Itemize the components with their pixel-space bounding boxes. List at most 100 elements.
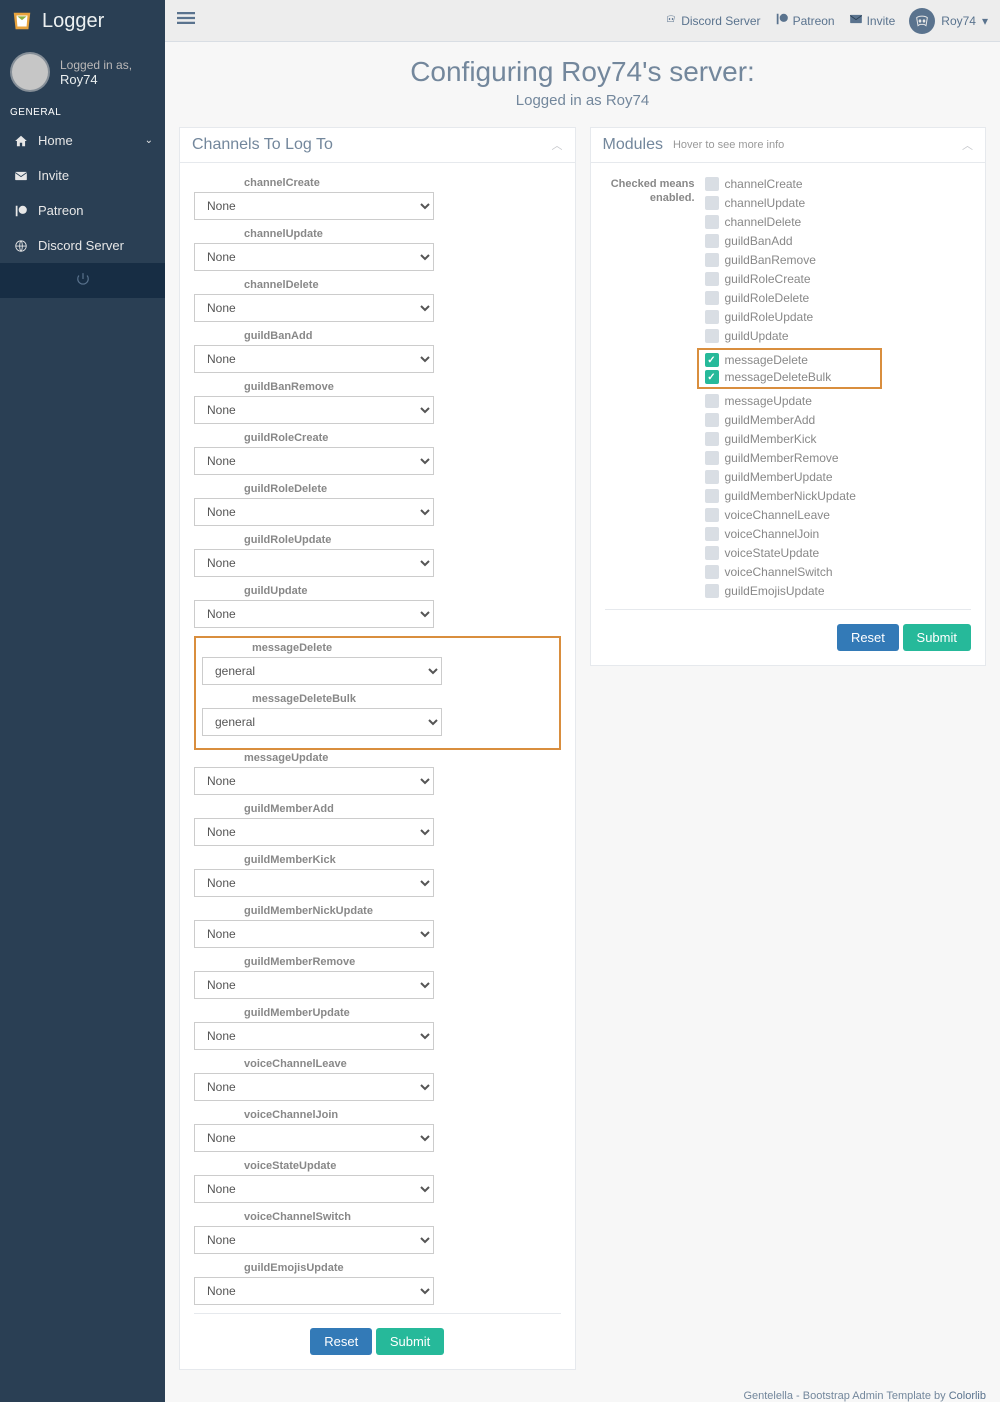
checkbox-icon[interactable] (705, 353, 719, 367)
topbar-link-discord-server[interactable]: Discord Server (665, 13, 760, 28)
module-item-channelUpdate[interactable]: channelUpdate (705, 196, 972, 210)
module-item-guildMemberAdd[interactable]: guildMemberAdd (705, 413, 972, 427)
sidebar-item-home[interactable]: Home⌄ (0, 123, 165, 158)
checkbox-icon[interactable] (705, 310, 719, 324)
checkbox-icon[interactable] (705, 196, 719, 210)
channel-select-voiceChannelSwitch[interactable]: None (194, 1226, 434, 1254)
channel-select-voiceStateUpdate[interactable]: None (194, 1175, 434, 1203)
chevron-down-icon: ⌄ (145, 135, 153, 146)
channel-select-messageDelete[interactable]: general (202, 657, 442, 685)
module-item-guildRoleCreate[interactable]: guildRoleCreate (705, 272, 972, 286)
topbar-user[interactable]: Roy74 ▾ (909, 8, 988, 34)
channels-submit-button[interactable]: Submit (376, 1328, 444, 1355)
collapse-icon[interactable]: ︿ (962, 137, 973, 153)
modules-reset-button[interactable]: Reset (837, 624, 899, 651)
channel-row-voiceChannelSwitch: voiceChannelSwitch None (194, 1211, 561, 1254)
module-item-guildMemberRemove[interactable]: guildMemberRemove (705, 451, 972, 465)
sidebar-item-patreon[interactable]: Patreon (0, 193, 165, 228)
channel-label: voiceChannelLeave (194, 1058, 561, 1070)
module-item-voiceChannelLeave[interactable]: voiceChannelLeave (705, 508, 972, 522)
envelope-icon (849, 12, 863, 29)
channel-select-guildMemberAdd[interactable]: None (194, 818, 434, 846)
channel-label: voiceChannelSwitch (194, 1211, 561, 1223)
module-item-messageUpdate[interactable]: messageUpdate (705, 394, 972, 408)
module-item-guildUpdate[interactable]: guildUpdate (705, 329, 972, 343)
checkbox-icon[interactable] (705, 413, 719, 427)
sidebar: Logger Logged in as, Roy74 GENERAL Home⌄… (0, 0, 165, 1402)
checkbox-icon[interactable] (705, 253, 719, 267)
module-item-channelDelete[interactable]: channelDelete (705, 215, 972, 229)
module-item-voiceChannelJoin[interactable]: voiceChannelJoin (705, 527, 972, 541)
checkbox-icon[interactable] (705, 489, 719, 503)
checkbox-icon[interactable] (705, 394, 719, 408)
channel-select-channelUpdate[interactable]: None (194, 243, 434, 271)
sidebar-item-discord-server[interactable]: Discord Server (0, 228, 165, 263)
app-title: Logger (42, 10, 104, 33)
channel-select-guildRoleUpdate[interactable]: None (194, 549, 434, 577)
channel-label: guildMemberRemove (194, 956, 561, 968)
channel-select-guildEmojisUpdate[interactable]: None (194, 1277, 434, 1305)
module-item-messageDelete[interactable]: messageDelete (705, 353, 874, 367)
channel-select-channelCreate[interactable]: None (194, 192, 434, 220)
module-item-guildBanRemove[interactable]: guildBanRemove (705, 253, 972, 267)
module-item-guildEmojisUpdate[interactable]: guildEmojisUpdate (705, 584, 972, 598)
sidebar-item-invite[interactable]: Invite (0, 158, 165, 193)
channel-select-voiceChannelJoin[interactable]: None (194, 1124, 434, 1152)
page-title: Configuring Roy74's server: Logged in as… (165, 42, 1000, 113)
checkbox-icon[interactable] (705, 329, 719, 343)
modules-highlight: messageDelete messageDeleteBulk (697, 348, 882, 389)
checkbox-icon[interactable] (705, 272, 719, 286)
checkbox-icon[interactable] (705, 508, 719, 522)
topbar-link-patreon[interactable]: Patreon (775, 12, 835, 29)
checkbox-icon[interactable] (705, 234, 719, 248)
module-item-guildMemberNickUpdate[interactable]: guildMemberNickUpdate (705, 489, 972, 503)
channel-select-channelDelete[interactable]: None (194, 294, 434, 322)
module-item-voiceChannelSwitch[interactable]: voiceChannelSwitch (705, 565, 972, 579)
channel-select-guildRoleCreate[interactable]: None (194, 447, 434, 475)
module-item-messageDeleteBulk[interactable]: messageDeleteBulk (705, 370, 874, 384)
channel-select-guildBanRemove[interactable]: None (194, 396, 434, 424)
module-label: guildMemberAdd (725, 413, 816, 427)
collapse-icon[interactable]: ︿ (552, 137, 563, 153)
channel-select-messageDeleteBulk[interactable]: general (202, 708, 442, 736)
module-item-guildBanAdd[interactable]: guildBanAdd (705, 234, 972, 248)
checkbox-icon[interactable] (705, 370, 719, 384)
channel-select-guildMemberRemove[interactable]: None (194, 971, 434, 999)
channel-select-messageUpdate[interactable]: None (194, 767, 434, 795)
module-item-guildRoleUpdate[interactable]: guildRoleUpdate (705, 310, 972, 324)
menu-toggle-icon[interactable] (177, 9, 195, 33)
channel-select-guildUpdate[interactable]: None (194, 600, 434, 628)
module-item-guildMemberKick[interactable]: guildMemberKick (705, 432, 972, 446)
channel-select-voiceChannelLeave[interactable]: None (194, 1073, 434, 1101)
module-label: messageDelete (725, 353, 808, 367)
channel-select-guildRoleDelete[interactable]: None (194, 498, 434, 526)
channel-label: channelUpdate (194, 228, 561, 240)
checkbox-icon[interactable] (705, 432, 719, 446)
module-item-voiceStateUpdate[interactable]: voiceStateUpdate (705, 546, 972, 560)
channels-reset-button[interactable]: Reset (310, 1328, 372, 1355)
footer-link[interactable]: Colorlib (949, 1390, 986, 1402)
checkbox-icon[interactable] (705, 584, 719, 598)
channel-select-guildMemberUpdate[interactable]: None (194, 1022, 434, 1050)
modules-submit-button[interactable]: Submit (903, 624, 971, 651)
checkbox-icon[interactable] (705, 177, 719, 191)
channels-panel: Channels To Log To ︿ channelCreateNonech… (179, 127, 576, 1370)
module-item-guildRoleDelete[interactable]: guildRoleDelete (705, 291, 972, 305)
checkbox-icon[interactable] (705, 215, 719, 229)
channel-select-guildMemberKick[interactable]: None (194, 869, 434, 897)
sidebar-section-title: GENERAL (0, 102, 165, 123)
channel-select-guildMemberNickUpdate[interactable]: None (194, 920, 434, 948)
channel-label: messageDeleteBulk (202, 693, 553, 705)
channel-select-guildBanAdd[interactable]: None (194, 345, 434, 373)
topbar-link-invite[interactable]: Invite (849, 12, 896, 29)
module-item-channelCreate[interactable]: channelCreate (705, 177, 972, 191)
checkbox-icon[interactable] (705, 470, 719, 484)
checkbox-icon[interactable] (705, 451, 719, 465)
module-item-guildMemberUpdate[interactable]: guildMemberUpdate (705, 470, 972, 484)
checkbox-icon[interactable] (705, 291, 719, 305)
checkbox-icon[interactable] (705, 546, 719, 560)
channel-row-guildMemberUpdate: guildMemberUpdateNone (194, 1007, 561, 1050)
power-icon[interactable] (76, 272, 90, 289)
checkbox-icon[interactable] (705, 527, 719, 541)
checkbox-icon[interactable] (705, 565, 719, 579)
